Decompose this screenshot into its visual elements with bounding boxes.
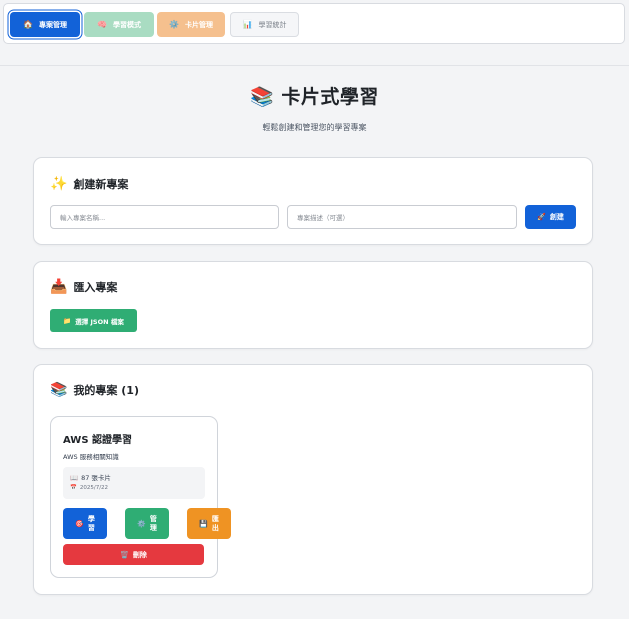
- manage-button[interactable]: ⚙️ 管 理: [125, 508, 169, 539]
- study-button[interactable]: 🎯 學 習: [63, 508, 107, 539]
- projects-section-title: 📚 我的專案 (1): [50, 382, 139, 398]
- header-divider: [0, 65, 629, 66]
- inbox-tray-icon: 📥: [50, 279, 68, 295]
- import-button-label: 選擇 JSON 檔案: [75, 317, 124, 326]
- bar-chart-icon: 📊: [242, 20, 253, 29]
- project-card: AWS 認證學習 AWS 服務相關知識 📖 87 張卡片 📅 2025/7/22…: [50, 416, 231, 578]
- nav-learn-label: 學習模式: [112, 20, 141, 29]
- page-title: 📚 卡片式學習: [0, 82, 629, 109]
- create-button-label: 創建: [549, 213, 564, 221]
- export-label-top: 匯: [211, 514, 219, 523]
- card-count: 📖 87 張卡片: [70, 473, 198, 483]
- nav-learning-mode-button[interactable]: 🧠 學習模式: [84, 12, 154, 37]
- gear-icon: ⚙️: [169, 20, 179, 29]
- study-label-top: 學: [87, 514, 95, 523]
- page-subtitle: 輕鬆創建和管理您的學習專案: [262, 123, 367, 132]
- target-icon: 🎯: [75, 519, 84, 528]
- project-description-input[interactable]: 專案描述（可選）: [287, 205, 517, 229]
- project-date: 📅 2025/7/22: [70, 483, 198, 493]
- my-projects-section: 📚 我的專案 (1) AWS 認證學習 AWS 服務相關知識 📖 87 張卡片 …: [33, 364, 593, 595]
- delete-button-label: 刪除: [132, 550, 147, 559]
- choose-json-file-button[interactable]: 📁 選擇 JSON 檔案: [50, 309, 137, 332]
- export-button[interactable]: 💾 匯 出: [187, 508, 231, 539]
- project-name: AWS 認證學習: [63, 435, 133, 446]
- home-icon: 🏠: [23, 20, 33, 29]
- brain-icon: 🧠: [97, 20, 107, 29]
- nav-learning-stats-button[interactable]: 📊 學習統計: [230, 12, 299, 37]
- create-section-title: ✨ 創建新專案: [50, 176, 128, 192]
- nav-card-management-button[interactable]: ⚙️ 卡片管理: [157, 12, 225, 37]
- create-project-section: ✨ 創建新專案 輸入專案名稱... 專案描述（可選） 🚀 創建: [33, 157, 593, 245]
- nav-stats-label: 學習統計: [258, 20, 287, 29]
- import-section-title: 📥 匯入專案: [50, 279, 117, 295]
- import-project-section: 📥 匯入專案 📁 選擇 JSON 檔案: [33, 261, 593, 349]
- books-icon: 📚: [50, 382, 68, 398]
- export-label-bottom: 出: [211, 523, 219, 532]
- folder-icon: 📁: [63, 316, 72, 325]
- delete-project-button[interactable]: 🗑️ 刪除: [63, 544, 204, 565]
- page-title-text: 卡片式學習: [281, 86, 379, 108]
- gear-icon: ⚙️: [137, 519, 146, 528]
- study-label-bottom: 習: [87, 523, 95, 532]
- manage-label-bottom: 理: [149, 523, 157, 532]
- sparkles-icon: ✨: [50, 176, 68, 192]
- nav-cards-label: 卡片管理: [184, 20, 213, 29]
- project-name-input[interactable]: 輸入專案名稱...: [50, 205, 279, 229]
- open-book-icon: 📖: [70, 474, 79, 482]
- projects-title-text: 我的專案 (1): [73, 384, 139, 397]
- books-icon: 📚: [250, 86, 275, 108]
- floppy-disk-icon: 💾: [199, 519, 208, 528]
- top-nav: 🏠 專案管理 🧠 學習模式 ⚙️ 卡片管理 📊 學習統計: [3, 3, 625, 44]
- create-project-button[interactable]: 🚀 創建: [525, 205, 576, 229]
- calendar-icon: 📅: [70, 485, 77, 491]
- import-title-text: 匯入專案: [73, 281, 118, 294]
- nav-home-label: 專案管理: [38, 20, 67, 29]
- project-description: AWS 服務相關知識: [63, 453, 119, 461]
- project-date-text: 2025/7/22: [79, 485, 109, 491]
- nav-project-management-button[interactable]: 🏠 專案管理: [10, 12, 80, 37]
- manage-label-top: 管: [149, 514, 157, 523]
- card-count-text: 87 張卡片: [81, 474, 111, 482]
- project-meta: 📖 87 張卡片 📅 2025/7/22: [63, 467, 205, 499]
- trash-icon: 🗑️: [120, 550, 129, 559]
- create-title-text: 創建新專案: [73, 178, 129, 191]
- rocket-icon: 🚀: [537, 213, 546, 221]
